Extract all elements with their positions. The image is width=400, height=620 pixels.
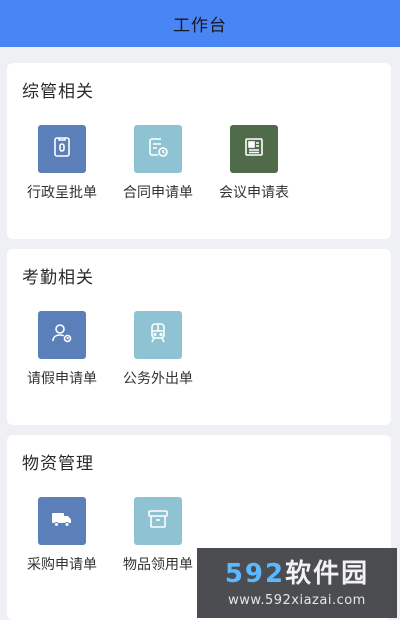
- section-title: 综管相关: [22, 82, 94, 102]
- admin-approval-form-item[interactable]: 行政呈批单: [14, 125, 110, 202]
- tile: [38, 497, 86, 545]
- archive-box-icon: [146, 507, 170, 535]
- contract-clock-icon: [146, 135, 170, 163]
- item-label: 行政呈批单: [27, 185, 97, 201]
- item-label: 合同申请单: [123, 185, 193, 201]
- item-label: 会议申请表: [219, 185, 289, 201]
- section-general-admin: 综管相关 行政呈批单 合同申请单 会议申请表: [7, 63, 391, 239]
- tile: [38, 125, 86, 173]
- top-bar: 工作台: [0, 0, 400, 47]
- section-attendance: 考勤相关 请假申请单 公务外出单: [7, 249, 391, 425]
- purchase-request-form-item[interactable]: 采购申请单: [14, 497, 110, 574]
- tile: [38, 311, 86, 359]
- newspaper-icon: [242, 135, 266, 163]
- watermark-logo: 592软件园 www.592xiazai.com: [197, 548, 397, 618]
- watermark-brand-text: 软件园: [285, 558, 370, 589]
- business-trip-form-item[interactable]: 公务外出单: [110, 311, 206, 388]
- meeting-request-form-item[interactable]: 会议申请表: [206, 125, 302, 202]
- section-title: 物资管理: [22, 454, 94, 474]
- tile: [230, 125, 278, 173]
- train-icon: [146, 321, 170, 349]
- truck-icon: [50, 507, 74, 535]
- item-label: 请假申请单: [27, 371, 97, 387]
- leave-request-form-item[interactable]: 请假申请单: [14, 311, 110, 388]
- watermark-digits: 592: [224, 558, 286, 589]
- clipboard-icon: [50, 135, 74, 163]
- watermark-url: www.592xiazai.com: [228, 592, 366, 608]
- item-label: 物品领用单: [123, 557, 193, 573]
- section-title: 考勤相关: [22, 268, 94, 288]
- page-title: 工作台: [173, 16, 227, 36]
- item-requisition-form-item[interactable]: 物品领用单: [110, 497, 206, 574]
- tile: [134, 125, 182, 173]
- contract-request-form-item[interactable]: 合同申请单: [110, 125, 206, 202]
- watermark-brand: 592软件园: [225, 559, 369, 589]
- item-label: 采购申请单: [27, 557, 97, 573]
- person-leave-icon: [50, 321, 74, 349]
- tile: [134, 497, 182, 545]
- item-label: 公务外出单: [123, 371, 193, 387]
- tile: [134, 311, 182, 359]
